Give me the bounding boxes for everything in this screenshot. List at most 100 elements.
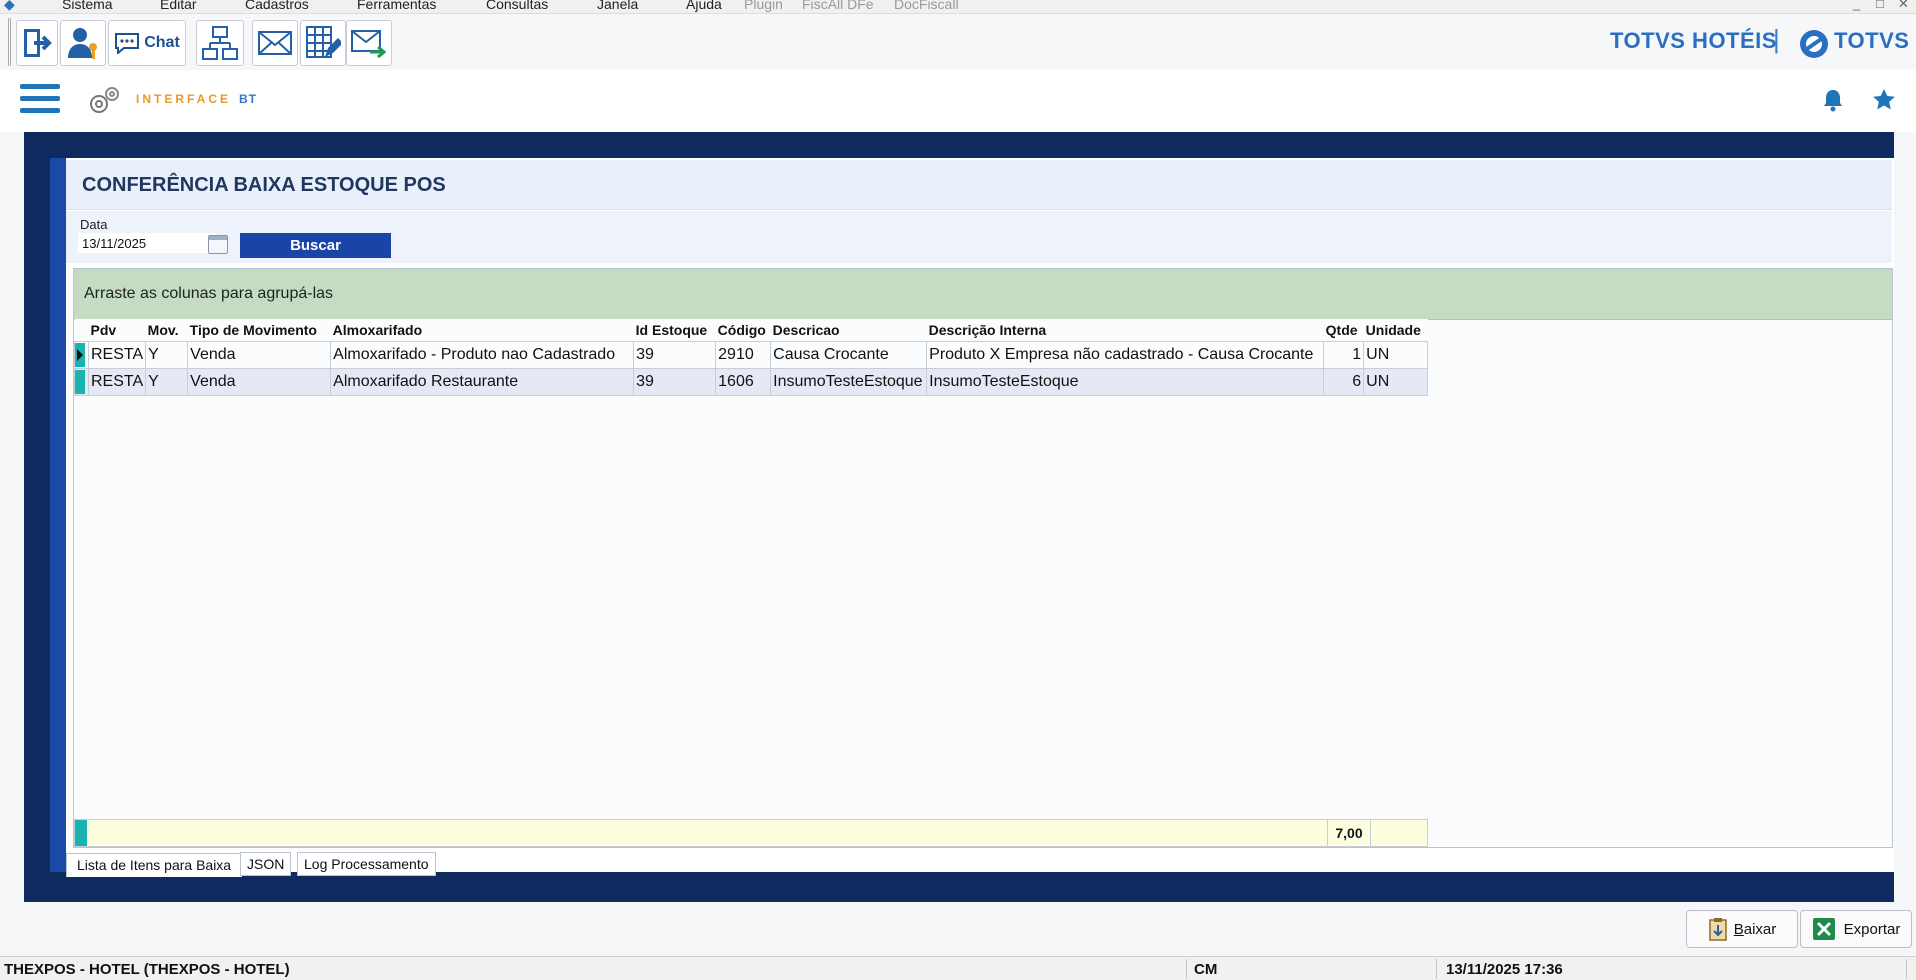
- star-icon[interactable]: [1872, 88, 1896, 112]
- cell-id-estoque[interactable]: 39: [633, 368, 717, 396]
- col-descricao[interactable]: Descricao: [770, 319, 927, 342]
- cell-descricao-interna[interactable]: InsumoTesteEstoque: [926, 368, 1325, 396]
- exportar-label: Exportar: [1843, 920, 1901, 938]
- cell-descricao[interactable]: Causa Crocante: [770, 341, 928, 369]
- baixar-button[interactable]: Baixar: [1686, 910, 1798, 948]
- app-icon[interactable]: ◆: [4, 0, 15, 13]
- title-bar: CONFERÊNCIA BAIXA ESTOQUE POS: [66, 160, 1892, 210]
- col-tipo-movimento[interactable]: Tipo de Movimento: [187, 319, 331, 342]
- calendar-icon[interactable]: [208, 235, 228, 254]
- cell-id-estoque[interactable]: 39: [633, 341, 717, 369]
- cell-mov[interactable]: Y: [145, 368, 189, 396]
- col-almoxarifado[interactable]: Almoxarifado: [330, 319, 634, 342]
- chat-icon: [115, 33, 140, 54]
- excel-icon: [1812, 918, 1835, 940]
- logout-icon: [24, 29, 52, 57]
- menu-bar: ◆ Sistema Editar Cadastros Ferramentas C…: [0, 0, 1916, 14]
- menu-plugin: Plugin: [744, 0, 783, 12]
- cell-tipo[interactable]: Venda: [187, 368, 332, 396]
- total-qtde: 7,00: [1327, 820, 1371, 846]
- cell-descricao-interna[interactable]: Produto X Empresa não cadastrado - Causa…: [926, 341, 1325, 369]
- gears-icon: [90, 87, 119, 113]
- cell-unidade[interactable]: UN: [1363, 368, 1429, 396]
- data-grid: Arraste as colunas para agrupá-las Pdv M…: [73, 268, 1893, 848]
- menu-editar[interactable]: Editar: [160, 0, 197, 12]
- cell-almoxarifado[interactable]: Almoxarifado - Produto nao Cadastrado: [330, 341, 635, 369]
- menu-fiscall-dfe: FiscAll DFe: [802, 0, 874, 12]
- group-by-panel[interactable]: Arraste as colunas para agrupá-las: [74, 269, 1892, 320]
- cell-descricao[interactable]: InsumoTesteEstoque: [770, 368, 928, 396]
- menu-cadastros[interactable]: Cadastros: [245, 0, 309, 12]
- baixar-label: Baixar: [1733, 920, 1777, 938]
- tab-log-processamento[interactable]: Log Processamento: [297, 852, 436, 876]
- brand-divider: |: [1773, 24, 1781, 54]
- menu-janela[interactable]: Janela: [597, 0, 638, 12]
- spreadsheet-edit-button[interactable]: [300, 20, 346, 66]
- col-id-estoque[interactable]: Id Estoque: [633, 319, 716, 342]
- table-header: Pdv Mov. Tipo de Movimento Almoxarifado …: [74, 319, 1428, 342]
- menu-icon[interactable]: [20, 84, 60, 118]
- menu-sistema[interactable]: Sistema: [62, 0, 113, 12]
- page-title: CONFERÊNCIA BAIXA ESTOQUE POS: [82, 174, 446, 196]
- status-separator: [1186, 959, 1187, 979]
- table-row[interactable]: RESTA Y Venda Almoxarifado - Produto nao…: [74, 341, 1429, 369]
- col-pdv[interactable]: Pdv: [88, 319, 146, 342]
- spreadsheet-edit-icon: [306, 26, 341, 58]
- col-unidade[interactable]: Unidade: [1363, 319, 1428, 342]
- chat-button[interactable]: Chat: [108, 20, 186, 66]
- totvs-logo-icon: [1800, 30, 1828, 58]
- action-bar: Baixar Exportar: [0, 902, 1916, 952]
- menu-ferramentas[interactable]: Ferramentas: [357, 0, 436, 12]
- menu-docfiscall: DocFiscall: [894, 0, 959, 12]
- tab-json[interactable]: JSON: [240, 852, 292, 876]
- clipboard-down-icon: [1708, 918, 1727, 941]
- col-qtde[interactable]: Qtde: [1323, 319, 1364, 342]
- row-indicator[interactable]: [74, 341, 89, 369]
- cell-codigo[interactable]: 2910: [715, 341, 772, 369]
- tab-lista-itens[interactable]: Lista de Itens para Baixa: [66, 853, 243, 877]
- exit-button[interactable]: [16, 20, 58, 66]
- minimize-button[interactable]: _: [1853, 0, 1860, 11]
- group-hint: Arraste as colunas para agrupá-las: [84, 285, 334, 302]
- cell-qtde[interactable]: 6: [1323, 368, 1365, 396]
- row-indicator[interactable]: [74, 368, 89, 396]
- close-button[interactable]: ✕: [1898, 0, 1909, 12]
- chat-label: Chat: [144, 34, 180, 51]
- items-table: Pdv Mov. Tipo de Movimento Almoxarifado …: [74, 319, 1429, 396]
- col-mov[interactable]: Mov.: [145, 319, 188, 342]
- table-row[interactable]: RESTA Y Venda Almoxarifado Restaurante 3…: [74, 368, 1429, 396]
- mail-forward-icon: [351, 30, 387, 58]
- search-button[interactable]: Buscar: [240, 233, 391, 258]
- status-separator: [1906, 959, 1907, 979]
- menu-consultas[interactable]: Consultas: [486, 0, 548, 12]
- org-chart-button[interactable]: [196, 20, 244, 66]
- cell-pdv[interactable]: RESTA: [87, 341, 147, 369]
- brand-totvs: TOTVS: [1834, 28, 1910, 53]
- org-chart-icon: [202, 26, 238, 60]
- cell-almoxarifado[interactable]: Almoxarifado Restaurante: [330, 368, 635, 396]
- cell-mov[interactable]: Y: [145, 341, 189, 369]
- cell-qtde[interactable]: 1: [1323, 341, 1365, 369]
- interface-logo: INTERFACE BT: [136, 92, 257, 106]
- status-separator: [1436, 959, 1437, 979]
- cell-codigo[interactable]: 1606: [715, 368, 772, 396]
- restore-button[interactable]: □: [1876, 0, 1884, 11]
- current-row-arrow-icon: [75, 343, 85, 367]
- toolbar-grip: [8, 18, 11, 66]
- logo-text: INTERFACE: [136, 92, 232, 106]
- menu-ajuda[interactable]: Ajuda: [686, 0, 722, 12]
- col-codigo[interactable]: Código: [715, 319, 771, 342]
- bell-icon[interactable]: [1822, 88, 1844, 112]
- status-user: CM: [1194, 961, 1218, 978]
- user-key-button[interactable]: [60, 20, 106, 66]
- mail-button[interactable]: [252, 20, 298, 66]
- col-descricao-interna[interactable]: Descrição Interna: [926, 319, 1324, 342]
- indicator-header: [74, 319, 89, 342]
- cell-pdv[interactable]: RESTA: [87, 368, 147, 396]
- date-input[interactable]: [78, 233, 216, 253]
- exportar-button[interactable]: Exportar: [1800, 910, 1912, 948]
- cell-tipo[interactable]: Venda: [187, 341, 332, 369]
- brand-totvs-hoteis: TOTVS HOTÉIS: [1610, 28, 1777, 53]
- cell-unidade[interactable]: UN: [1363, 341, 1429, 369]
- mail-forward-button[interactable]: [346, 20, 392, 66]
